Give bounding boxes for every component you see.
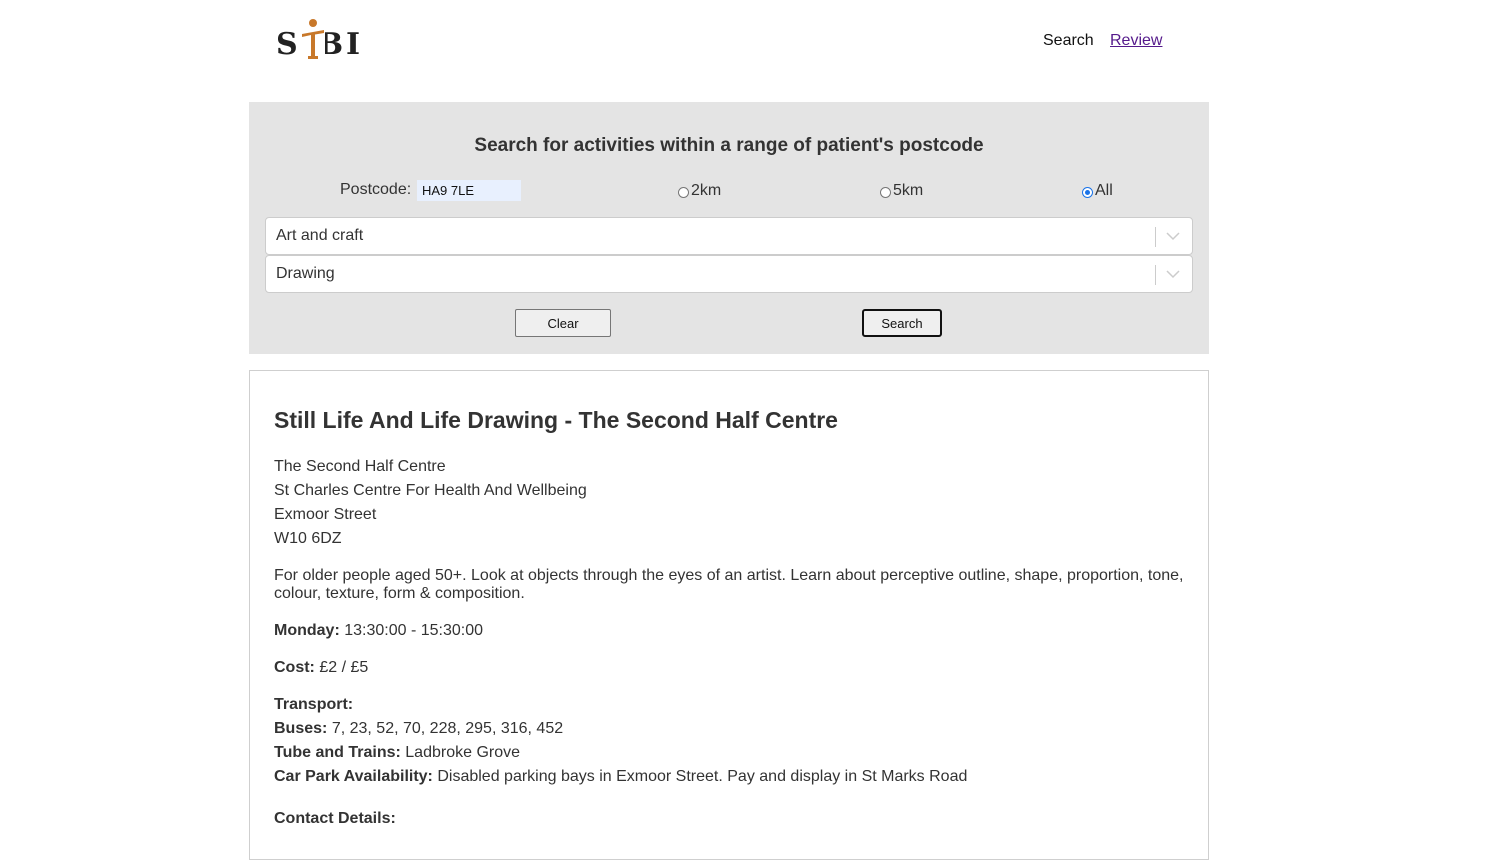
nav-review-link[interactable]: Review — [1110, 32, 1162, 50]
subcategory-select-value: Drawing — [276, 265, 335, 282]
category-select-value: Art and craft — [276, 227, 364, 244]
radio-all-button[interactable] — [1082, 186, 1093, 198]
address-postcode: W10 6DZ — [274, 530, 342, 547]
address-line: Exmoor Street — [274, 506, 377, 523]
carpark-row: Car Park Availability: Disabled parking … — [274, 768, 967, 786]
schedule-label: Monday: — [274, 622, 340, 639]
buses-value: 7, 23, 52, 70, 228, 295, 316, 452 — [331, 720, 564, 737]
schedule-row: Monday: 13:30:00 - 15:30:00 — [274, 622, 483, 640]
result-card: Still Life And Life Drawing - The Second… — [249, 370, 1209, 860]
tube-label: Tube and Trains: — [274, 744, 401, 761]
chevron-down-icon[interactable] — [1166, 232, 1180, 241]
search-panel: Search for activities within a range of … — [249, 102, 1209, 354]
nav-search[interactable]: Search — [1043, 32, 1094, 50]
radio-all[interactable]: All — [1082, 182, 1113, 200]
result-title: Still Life And Life Drawing - The Second… — [274, 407, 838, 433]
radio-2km-label: 2km — [691, 182, 722, 199]
radio-2km[interactable]: 2km — [678, 182, 721, 200]
chevron-down-icon[interactable] — [1166, 270, 1180, 279]
schedule-value: 13:30:00 - 15:30:00 — [344, 622, 484, 639]
search-panel-title: Search for activities within a range of … — [474, 135, 984, 156]
radio-5km[interactable]: 5km — [880, 182, 923, 200]
transport-label: Transport: — [274, 696, 354, 713]
radio-5km-button[interactable] — [880, 186, 891, 198]
carpark-value: Disabled parking bays in Exmoor Street. … — [437, 768, 968, 785]
carpark-label: Car Park Availability: — [274, 768, 433, 785]
address-line: St Charles Centre For Health And Wellbei… — [274, 482, 587, 499]
cost-label: Cost: — [274, 659, 315, 676]
clear-button[interactable]: Clear — [515, 309, 611, 337]
contact-label: Contact Details: — [274, 810, 396, 827]
cost-row: Cost: £2 / £5 — [274, 659, 368, 677]
buses-label: Buses: — [274, 720, 328, 737]
transport-heading: Transport: — [274, 696, 353, 714]
select-divider — [1155, 265, 1156, 285]
tube-value: Ladbroke Grove — [405, 744, 521, 761]
postcode-label: Postcode: — [340, 181, 412, 198]
result-description: For older people aged 50+. Look at objec… — [274, 567, 1184, 602]
buses-row: Buses: 7, 23, 52, 70, 228, 295, 316, 452 — [274, 720, 563, 738]
radio-5km-label: 5km — [893, 182, 924, 199]
logo-figure-icon — [301, 19, 325, 59]
postcode-input[interactable] — [417, 180, 521, 201]
subcategory-select[interactable]: Drawing — [265, 255, 1193, 293]
category-select[interactable]: Art and craft — [265, 217, 1193, 255]
sibi-logo[interactable]: SIBI — [276, 18, 372, 64]
search-button[interactable]: Search — [862, 309, 942, 337]
cost-value: £2 / £5 — [319, 659, 369, 676]
address-line: The Second Half Centre — [274, 458, 446, 475]
contact-heading: Contact Details: — [274, 810, 396, 828]
tube-row: Tube and Trains: Ladbroke Grove — [274, 744, 520, 762]
select-divider — [1155, 227, 1156, 247]
radio-all-label: All — [1095, 182, 1113, 199]
radio-2km-button[interactable] — [678, 186, 689, 198]
